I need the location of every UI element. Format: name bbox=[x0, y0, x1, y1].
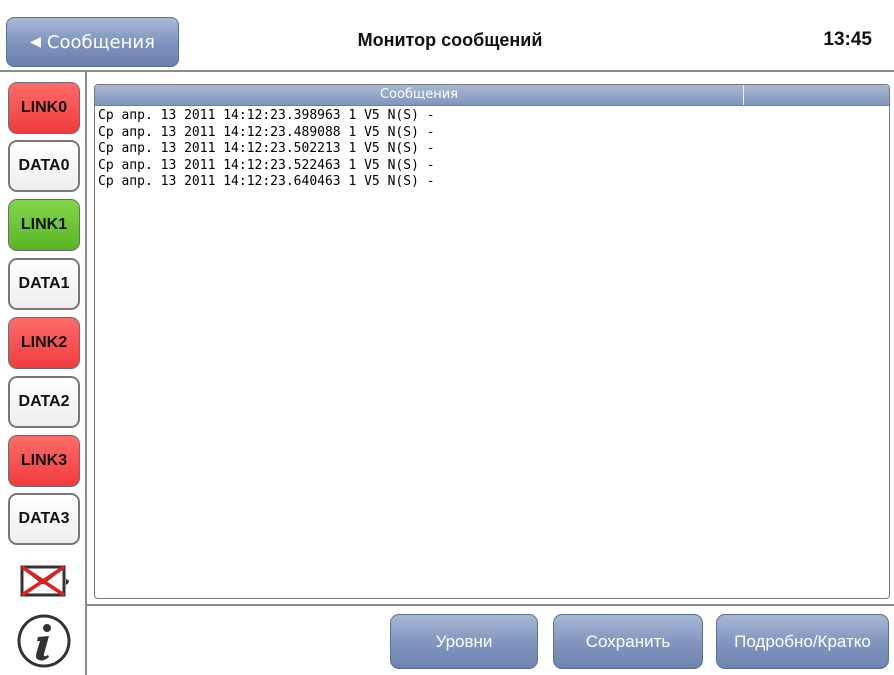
detail-toggle-button[interactable]: Подробно/Кратко bbox=[716, 614, 889, 669]
sidebar-item-data3[interactable]: DATA3 bbox=[8, 493, 80, 545]
clock: 13:45 bbox=[823, 29, 872, 50]
info-icon[interactable] bbox=[16, 613, 72, 669]
back-button-label: Сообщения bbox=[46, 31, 155, 53]
levels-button[interactable]: Уровни bbox=[390, 614, 538, 669]
footer-divider bbox=[87, 604, 894, 606]
sidebar-item-link2[interactable]: LINK2 bbox=[8, 317, 80, 369]
sidebar-item-data1[interactable]: DATA1 bbox=[8, 258, 80, 310]
message-row[interactable]: Ср апр. 13 2011 14:12:23.522463 1 V5 N(S… bbox=[98, 158, 435, 175]
messages-panel[interactable]: Сообщения Ср апр. 13 2011 14:12:23.39896… bbox=[94, 84, 890, 599]
column-header-messages[interactable]: Сообщения bbox=[95, 85, 744, 105]
back-button[interactable]: ◀ Сообщения bbox=[6, 17, 179, 67]
column-header-row: Сообщения bbox=[95, 85, 889, 106]
messages-list: Ср апр. 13 2011 14:12:23.398963 1 V5 N(S… bbox=[98, 108, 435, 191]
envelope-error-icon[interactable] bbox=[18, 561, 78, 601]
message-row[interactable]: Ср апр. 13 2011 14:12:23.398963 1 V5 N(S… bbox=[98, 108, 435, 125]
message-row[interactable]: Ср апр. 13 2011 14:12:23.640463 1 V5 N(S… bbox=[98, 174, 435, 191]
sidebar-item-link1[interactable]: LINK1 bbox=[8, 199, 80, 251]
message-row[interactable]: Ср апр. 13 2011 14:12:23.489088 1 V5 N(S… bbox=[98, 125, 435, 142]
sidebar-item-data0[interactable]: DATA0 bbox=[8, 140, 80, 192]
back-arrow-icon: ◀ bbox=[30, 34, 41, 50]
sidebar-item-link3[interactable]: LINK3 bbox=[8, 435, 80, 487]
page-title: Монитор сообщений bbox=[357, 30, 543, 50]
save-button[interactable]: Сохранить bbox=[553, 614, 703, 669]
sidebar-item-link0[interactable]: LINK0 bbox=[8, 82, 80, 134]
sidebar-item-data2[interactable]: DATA2 bbox=[8, 376, 80, 428]
header-bar: ◀ Сообщения Монитор сообщений 13:45 bbox=[0, 0, 894, 72]
sidebar: LINK0 DATA0 LINK1 DATA1 LINK2 DATA2 LINK… bbox=[0, 72, 87, 675]
message-row[interactable]: Ср апр. 13 2011 14:12:23.502213 1 V5 N(S… bbox=[98, 141, 435, 158]
